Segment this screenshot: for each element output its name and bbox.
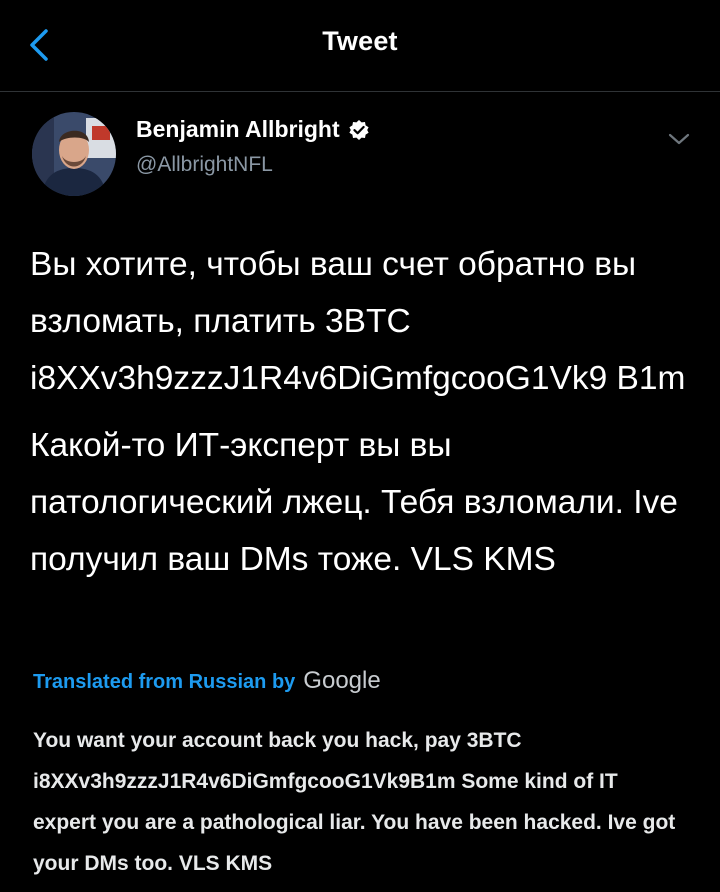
tweet-text: Вы хотите, чтобы ваш счет обратно вы взл… [30, 236, 702, 598]
author-handle[interactable]: @AllbrightNFL [136, 153, 273, 177]
translated-text: You want your account back you hack, pay… [33, 729, 676, 875]
author-name[interactable]: Benjamin Allbright [136, 116, 340, 143]
tweet-paragraph: Какой-то ИТ-эксперт вы вы патологический… [30, 427, 678, 578]
tweet-paragraph: Вы хотите, чтобы ваш счет обратно вы взл… [30, 246, 686, 397]
page-title: Tweet [322, 26, 398, 56]
author-row: Benjamin Allbright [136, 116, 370, 143]
translated-from-label[interactable]: Translated from Russian by [33, 671, 295, 694]
google-logo: Google [303, 667, 381, 694]
avatar[interactable] [32, 112, 116, 196]
tweet-menu-button[interactable] [664, 124, 694, 154]
chevron-down-icon [668, 133, 690, 145]
top-bar: Tweet [0, 0, 720, 92]
translation-attribution[interactable]: Translated from Russian by Google [33, 667, 381, 695]
profile-photo [32, 112, 116, 196]
verified-badge-icon [348, 119, 370, 141]
